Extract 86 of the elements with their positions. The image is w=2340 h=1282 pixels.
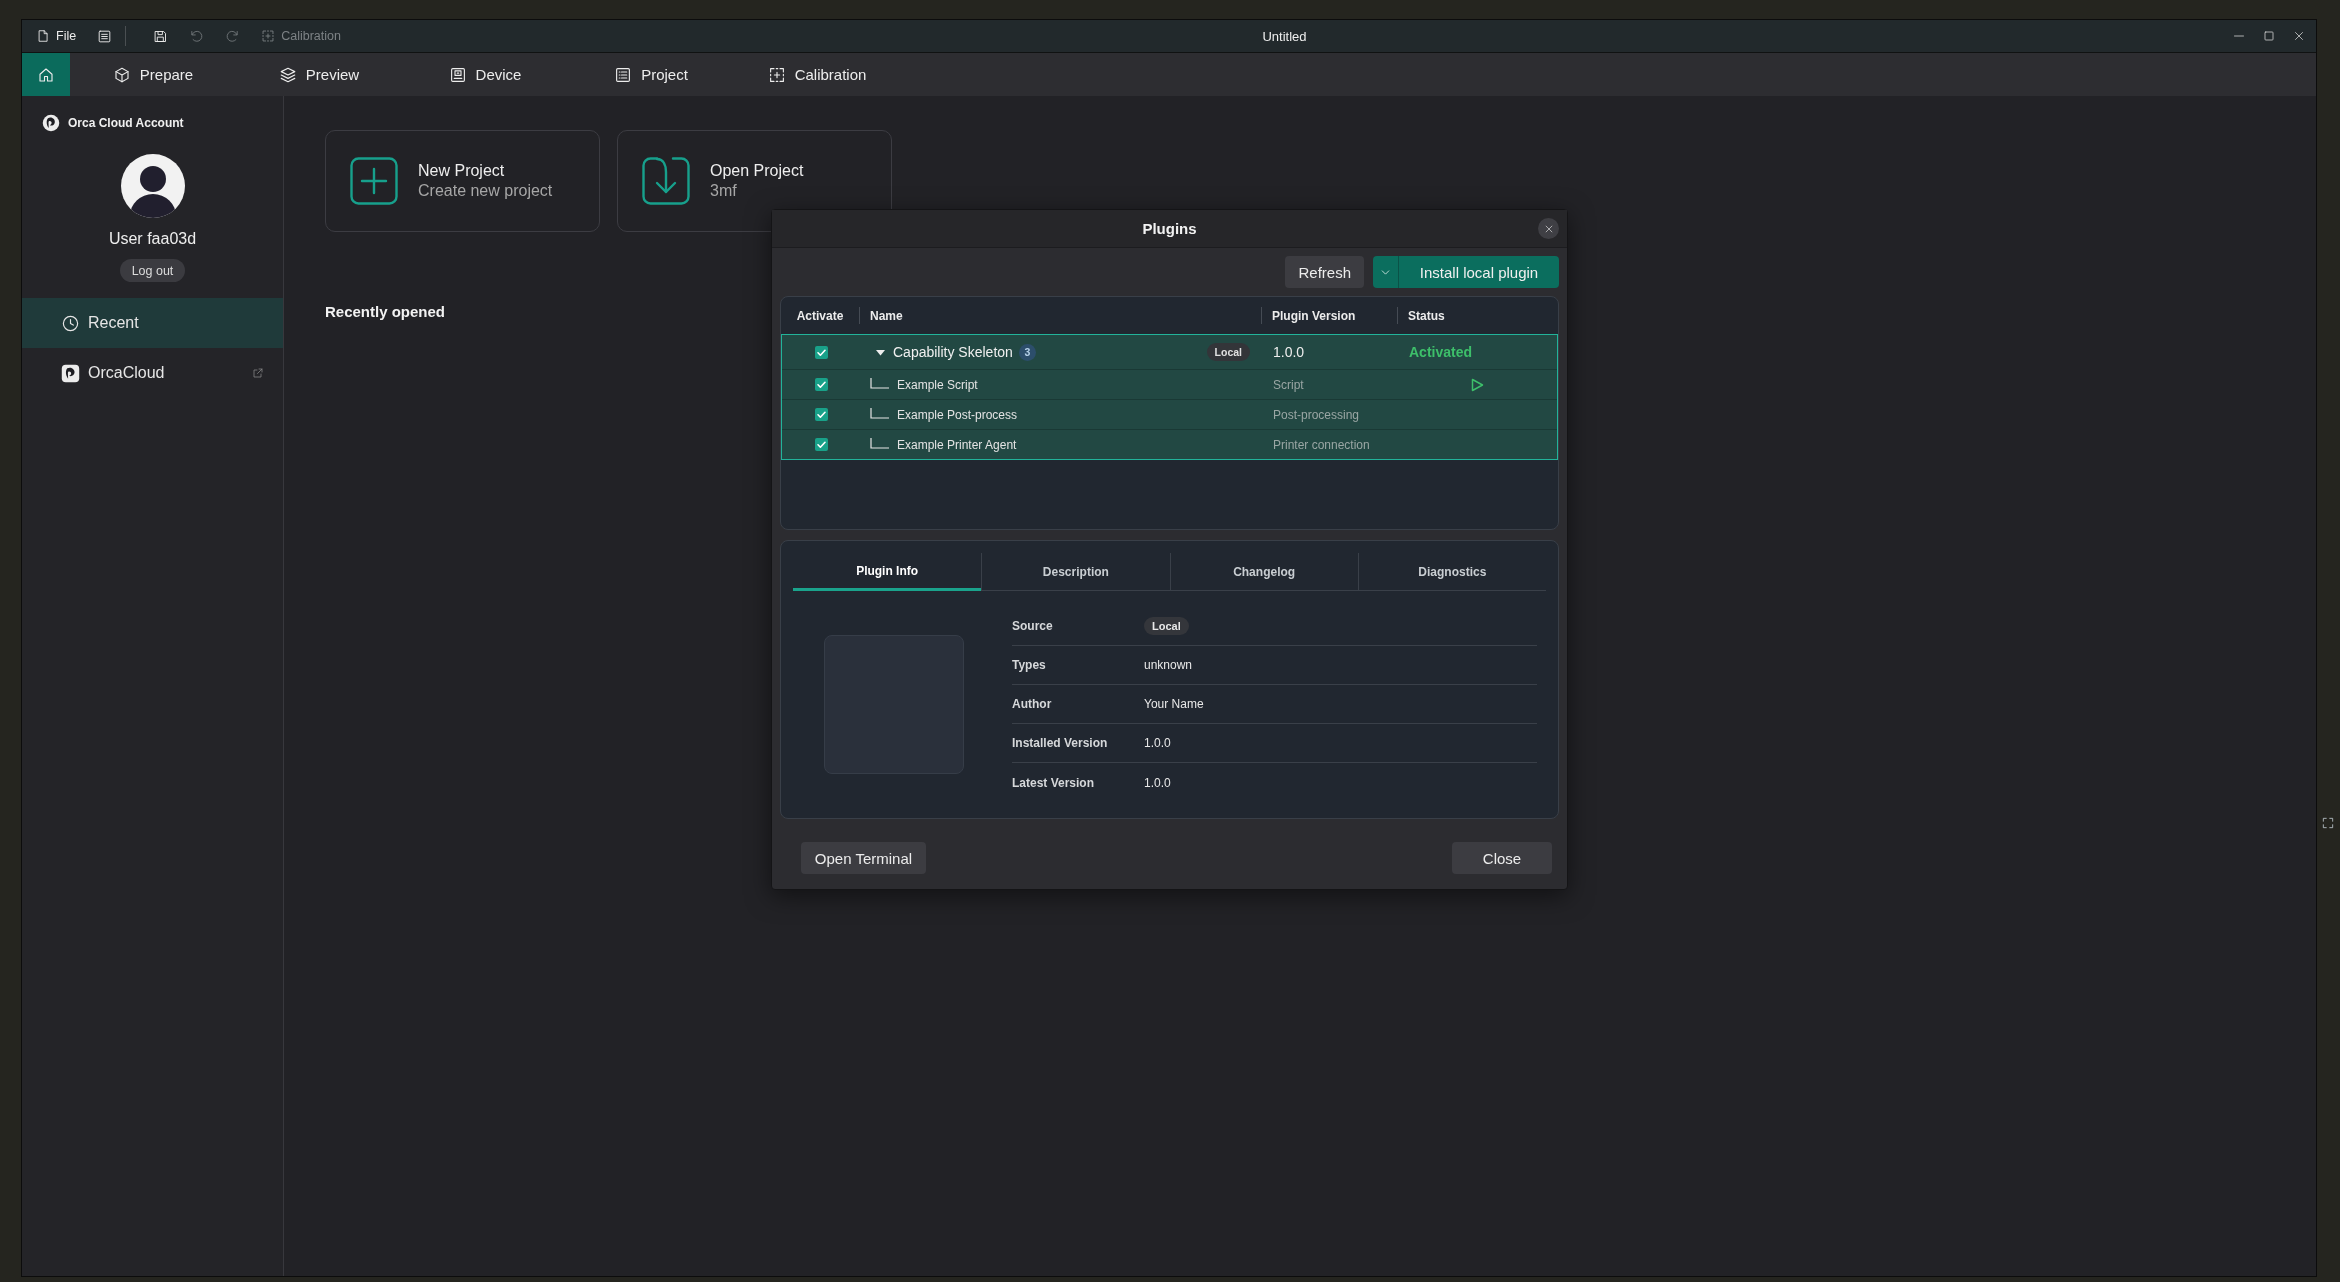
- monitor-icon: [448, 65, 467, 84]
- logo-icon: [42, 114, 60, 132]
- detail-tab[interactable]: Changelog: [1169, 553, 1358, 591]
- external-link-icon: [252, 367, 264, 379]
- nav-tab[interactable]: Preview: [236, 53, 402, 96]
- checkbox[interactable]: [814, 408, 828, 421]
- capability-name: Example Post-process: [897, 407, 1018, 422]
- sidebar-item[interactable]: Recent: [22, 298, 283, 348]
- card-subtitle: 3mf: [710, 181, 737, 201]
- section-heading: Recently opened: [325, 303, 446, 320]
- file-menu-button[interactable]: File: [32, 23, 81, 49]
- info-value: 1.0.0: [1144, 775, 1171, 790]
- plugin-row-group[interactable]: Capability Skeleton 3 Local 1.0.0 Activated Example Script Script Example Post-process Post-processing Example Printer Agent Printer connection: [781, 334, 1558, 460]
- download-icon: [642, 157, 690, 205]
- capability-type: Printer connection: [1273, 437, 1370, 452]
- info-label: Author: [1012, 697, 1053, 711]
- tree-branch-icon: [870, 377, 889, 392]
- info-value: Your Name: [1144, 697, 1204, 711]
- save-icon[interactable]: [153, 28, 169, 44]
- plugin-version: 1.0.0: [1273, 344, 1305, 360]
- column-header: Name: [870, 308, 903, 323]
- card-title: Open Project: [710, 161, 804, 181]
- close-icon: [1543, 223, 1554, 234]
- checkbox[interactable]: [814, 438, 828, 451]
- card-subtitle: Create new project: [418, 181, 553, 201]
- list-icon: [614, 65, 633, 84]
- sidebar-item[interactable]: OrcaCloud: [22, 348, 283, 398]
- checkbox[interactable]: [814, 345, 828, 359]
- capability-type: Post-processing: [1273, 407, 1360, 422]
- install-button[interactable]: Install local plugin: [1398, 256, 1559, 288]
- sidebar-item-label: OrcaCloud: [88, 364, 165, 382]
- close-icon[interactable]: [2293, 30, 2305, 42]
- caret-down-icon[interactable]: [876, 347, 885, 357]
- sidebar-item-label: Recent: [88, 314, 139, 332]
- detail-tab[interactable]: Plugin Info: [793, 553, 982, 591]
- play-icon[interactable]: [1471, 377, 1484, 392]
- logo-icon: [61, 363, 80, 383]
- info-value: 1.0.0: [1144, 736, 1171, 750]
- project-card[interactable]: New Project Create new project: [325, 130, 600, 232]
- window-title: Untitled: [1262, 28, 1307, 44]
- plugin-name: Capability Skeleton: [893, 344, 1013, 360]
- nav-tab[interactable]: Calibration: [734, 53, 900, 96]
- info-label: Latest Version: [1012, 775, 1096, 790]
- nav-tab[interactable]: Prepare: [70, 53, 236, 96]
- plugin-count: 3: [1018, 343, 1036, 361]
- info-value: unknown: [1144, 658, 1193, 672]
- cube-icon: [112, 65, 131, 84]
- tree-branch-icon: [870, 437, 889, 452]
- file-icon: [36, 29, 50, 43]
- calibration-icon: [261, 29, 276, 43]
- clock-icon: [61, 313, 80, 333]
- capability-type: Script: [1273, 377, 1304, 392]
- open-terminal-button[interactable]: Open Terminal: [801, 842, 926, 874]
- info-label: Installed Version: [1012, 736, 1109, 750]
- dialog-title: Plugins: [1142, 220, 1197, 237]
- column-header: Status: [1408, 308, 1445, 323]
- info-label: Types: [1012, 658, 1047, 672]
- column-header: Activate: [796, 308, 844, 323]
- nav-tab[interactable]: Device: [402, 53, 568, 96]
- capability-name: Example Printer Agent: [897, 437, 1017, 452]
- detail-tab[interactable]: Diagnostics: [1357, 553, 1546, 591]
- checkbox[interactable]: [814, 378, 828, 391]
- account-title: Orca Cloud Account: [68, 116, 184, 130]
- nav-tab[interactable]: Project: [568, 53, 734, 96]
- tree-branch-icon: [870, 407, 889, 422]
- fullscreen-icon[interactable]: [2321, 816, 2335, 830]
- card-title: New Project: [418, 161, 505, 181]
- close-button[interactable]: [1538, 218, 1559, 239]
- layers-icon: [278, 65, 297, 84]
- detail-tab[interactable]: Description: [981, 553, 1170, 591]
- plugin-source: Local: [1206, 343, 1250, 361]
- home-tab[interactable]: [22, 53, 70, 96]
- calibration-icon: [767, 65, 786, 84]
- close-button[interactable]: Close: [1452, 842, 1552, 874]
- plugin-status: Activated: [1409, 344, 1473, 360]
- user-name: User faa03d: [108, 229, 197, 249]
- logout-button[interactable]: Log out: [119, 259, 186, 282]
- column-header: Plugin Version: [1272, 308, 1356, 323]
- plus-icon: [350, 157, 398, 205]
- avatar-icon: [120, 154, 185, 218]
- refresh-button[interactable]: Refresh: [1285, 256, 1364, 288]
- maximize-icon[interactable]: [2263, 30, 2275, 42]
- info-value: Local: [1144, 617, 1189, 635]
- info-label: Source: [1012, 619, 1054, 633]
- list-icon[interactable]: [97, 28, 113, 44]
- capability-name: Example Script: [897, 377, 978, 392]
